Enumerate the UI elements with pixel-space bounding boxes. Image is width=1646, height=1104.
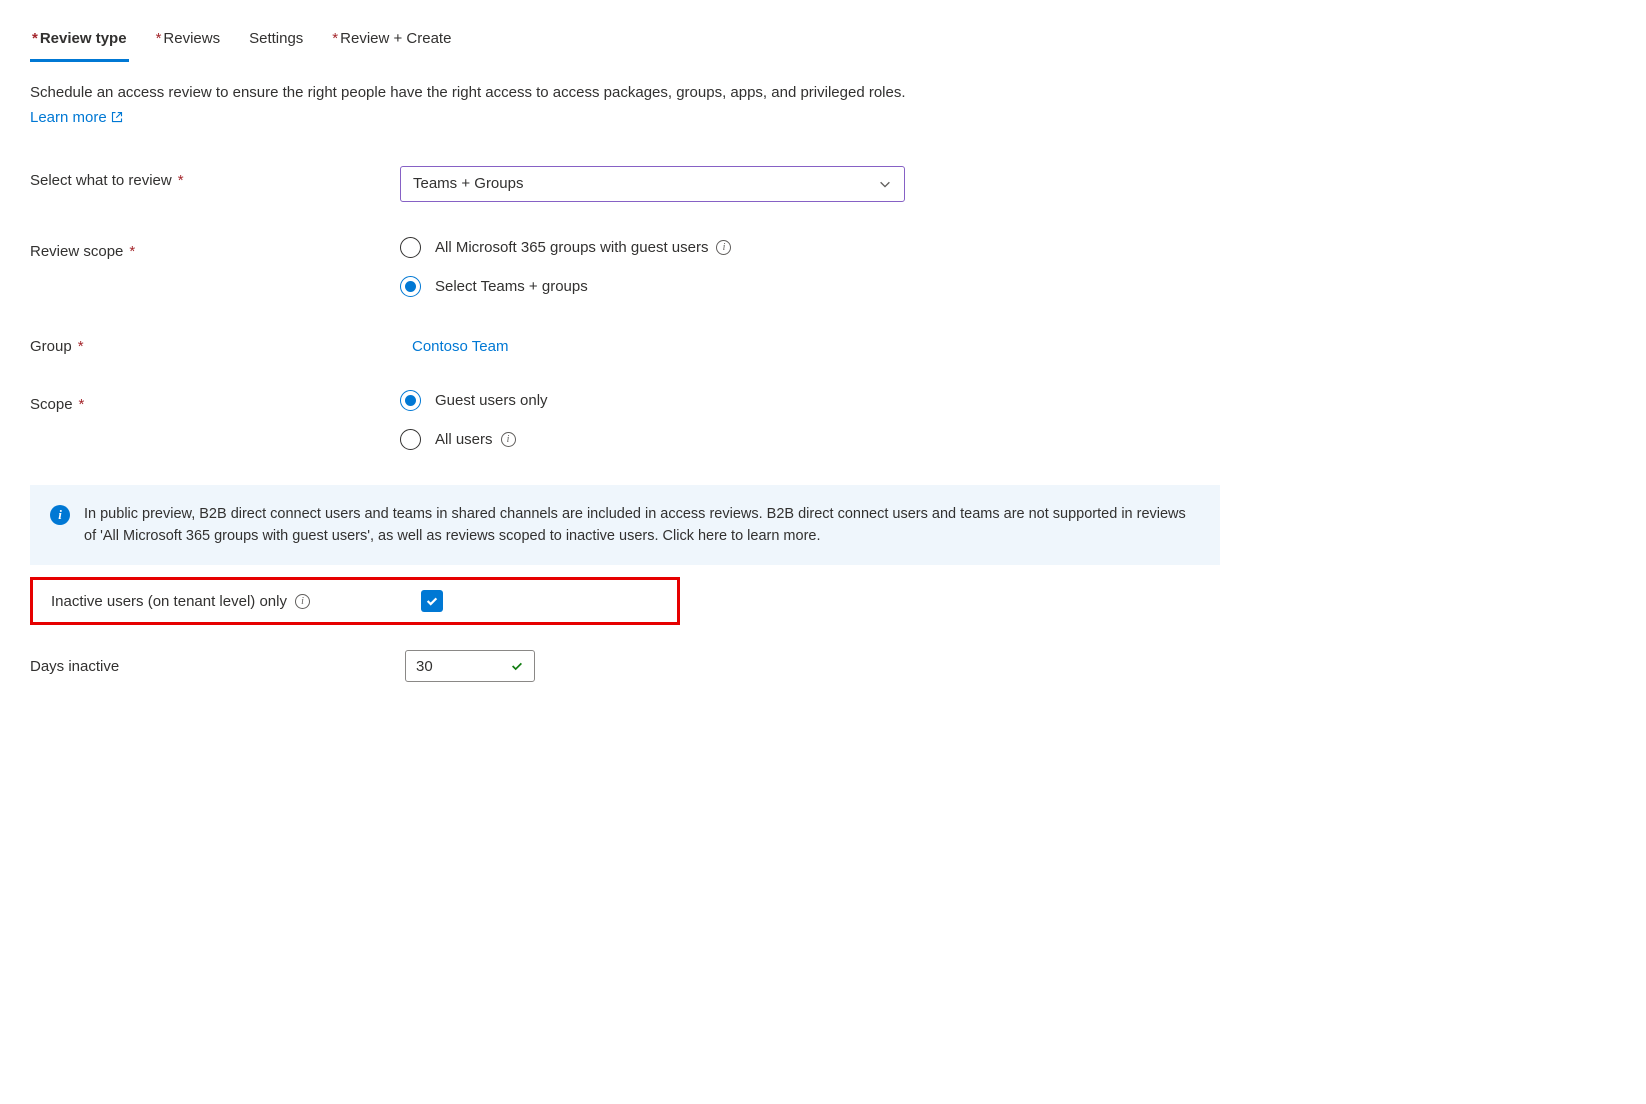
highlight-inactive-users: Inactive users (on tenant level) only i	[30, 577, 680, 625]
radio-icon	[400, 276, 421, 297]
info-banner-icon: i	[50, 505, 70, 525]
info-banner: i In public preview, B2B direct connect …	[30, 485, 1220, 566]
radio-icon	[400, 390, 421, 411]
external-link-icon	[111, 111, 123, 123]
group-label: Group *	[30, 332, 400, 355]
required-marker: *	[332, 30, 338, 47]
review-scope-label: Review scope *	[30, 237, 400, 260]
radio-select-teams[interactable]: Select Teams + groups	[400, 276, 731, 297]
radio-all-users[interactable]: All users i	[400, 429, 548, 450]
select-what-value: Teams + Groups	[413, 175, 523, 192]
radio-icon	[400, 237, 421, 258]
required-marker: *	[79, 396, 85, 413]
tabs-container: *Review type *Reviews Settings *Review +…	[30, 20, 1616, 62]
required-marker: *	[178, 172, 184, 189]
learn-more-link[interactable]: Learn more	[30, 109, 123, 126]
tab-settings[interactable]: Settings	[247, 20, 305, 62]
info-icon[interactable]: i	[295, 594, 310, 609]
radio-icon	[400, 429, 421, 450]
check-icon	[425, 594, 439, 608]
group-value-link[interactable]: Contoso Team	[400, 332, 508, 355]
select-what-label: Select what to review *	[30, 166, 400, 189]
tab-review-type[interactable]: *Review type	[30, 20, 129, 62]
info-banner-text: In public preview, B2B direct connect us…	[84, 503, 1200, 548]
select-what-dropdown[interactable]: Teams + Groups	[400, 166, 905, 202]
scope-label: Scope *	[30, 390, 400, 413]
days-inactive-input[interactable]: 30	[405, 650, 535, 682]
tab-review-create[interactable]: *Review + Create	[330, 20, 453, 62]
inactive-users-checkbox[interactable]	[421, 590, 443, 612]
inactive-users-label: Inactive users (on tenant level) only i	[51, 593, 421, 610]
required-marker: *	[78, 338, 84, 355]
chevron-down-icon	[878, 177, 892, 191]
days-inactive-label: Days inactive	[30, 658, 405, 675]
days-inactive-value: 30	[416, 658, 433, 675]
page-description: Schedule an access review to ensure the …	[30, 82, 1616, 105]
check-icon	[510, 659, 524, 673]
required-marker: *	[129, 243, 135, 260]
radio-all-groups[interactable]: All Microsoft 365 groups with guest user…	[400, 237, 731, 258]
radio-guest-users[interactable]: Guest users only	[400, 390, 548, 411]
info-icon[interactable]: i	[716, 240, 731, 255]
tab-reviews[interactable]: *Reviews	[154, 20, 223, 62]
required-marker: *	[156, 30, 162, 47]
required-marker: *	[32, 30, 38, 47]
info-icon[interactable]: i	[501, 432, 516, 447]
